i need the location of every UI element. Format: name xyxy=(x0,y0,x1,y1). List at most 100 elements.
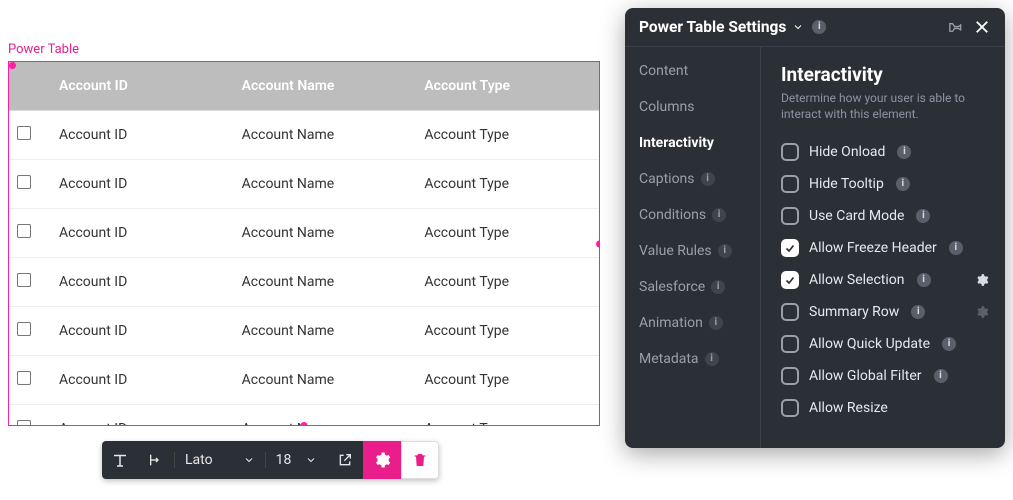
table-row[interactable]: Account IDAccount NameAccount Type xyxy=(9,111,599,160)
table-row[interactable]: Account IDAccount NameAccount Type xyxy=(9,307,599,356)
cell-account-type: Account Type xyxy=(416,405,599,427)
nav-item-content[interactable]: Content xyxy=(639,63,760,79)
cell-account-id: Account ID xyxy=(51,307,234,356)
info-icon[interactable]: i xyxy=(949,241,963,255)
cell-account-name: Account Name xyxy=(234,405,417,427)
settings-button[interactable] xyxy=(363,441,401,479)
cell-account-type: Account Type xyxy=(416,307,599,356)
nav-item-interactivity[interactable]: Interactivity xyxy=(639,135,760,151)
option-label: Allow Global Filter xyxy=(809,368,922,384)
chevron-down-icon xyxy=(305,454,317,466)
info-icon[interactable]: i xyxy=(897,145,911,159)
pin-icon[interactable] xyxy=(947,19,963,35)
info-icon[interactable]: i xyxy=(934,369,948,383)
component-label: Power Table xyxy=(8,42,79,57)
option-checkbox[interactable] xyxy=(781,335,799,353)
font-size-value: 18 xyxy=(276,452,292,468)
nav-item-columns[interactable]: Columns xyxy=(639,99,760,115)
nav-item-animation[interactable]: Animationi xyxy=(639,315,760,331)
font-family-select[interactable]: Lato xyxy=(174,452,265,468)
row-checkbox[interactable] xyxy=(17,126,31,140)
option-checkbox[interactable] xyxy=(781,143,799,161)
nav-item-label: Value Rules xyxy=(639,243,712,259)
option-checkbox[interactable] xyxy=(781,207,799,225)
text-tool-button[interactable] xyxy=(102,451,138,469)
row-checkbox[interactable] xyxy=(17,371,31,385)
info-icon: i xyxy=(712,208,726,222)
chevron-down-icon[interactable] xyxy=(792,21,804,33)
nav-item-value-rules[interactable]: Value Rules i xyxy=(639,243,760,259)
cell-account-name: Account Name xyxy=(234,209,417,258)
option-label: Allow Freeze Header xyxy=(809,240,937,256)
row-checkbox[interactable] xyxy=(17,224,31,238)
col-header[interactable]: Account Type xyxy=(416,62,599,111)
chevron-down-icon xyxy=(243,454,255,466)
info-icon[interactable]: i xyxy=(812,20,826,34)
resize-handle-right[interactable] xyxy=(596,240,600,247)
info-icon: i xyxy=(709,316,723,330)
option-checkbox[interactable] xyxy=(781,175,799,193)
nav-item-label: Salesforce xyxy=(639,279,705,295)
option-summary-row: Summary Row i xyxy=(781,296,989,328)
panel-title: Power Table Settings xyxy=(639,18,786,36)
open-external-button[interactable] xyxy=(327,452,363,468)
table-row[interactable]: Account IDAccount NameAccount Type xyxy=(9,258,599,307)
nav-item-metadata[interactable]: Metadatai xyxy=(639,351,760,367)
option-allow-freeze-header: Allow Freeze Header i xyxy=(781,232,989,264)
option-checkbox[interactable] xyxy=(781,367,799,385)
table-row[interactable]: Account IDAccount NameAccount Type xyxy=(9,356,599,405)
nav-item-captions[interactable]: Captionsi xyxy=(639,171,760,187)
nav-item-label: Interactivity xyxy=(639,135,714,151)
cell-account-name: Account Name xyxy=(234,307,417,356)
option-label: Allow Quick Update xyxy=(809,336,930,352)
info-icon[interactable]: i xyxy=(896,177,910,191)
col-header[interactable]: Account ID xyxy=(51,62,234,111)
nav-item-conditions[interactable]: Conditionsi xyxy=(639,207,760,223)
option-checkbox[interactable] xyxy=(781,303,799,321)
gear-icon[interactable] xyxy=(975,305,989,319)
table-row[interactable]: Account IDAccount NameAccount Type xyxy=(9,160,599,209)
cell-account-id: Account ID xyxy=(51,111,234,160)
gear-icon[interactable] xyxy=(975,273,989,287)
row-checkbox[interactable] xyxy=(17,322,31,336)
info-icon[interactable]: i xyxy=(942,337,956,351)
option-checkbox[interactable] xyxy=(781,271,799,289)
row-checkbox[interactable] xyxy=(17,175,31,189)
delete-button[interactable] xyxy=(401,441,439,479)
option-label: Summary Row xyxy=(809,304,899,320)
close-icon[interactable] xyxy=(973,18,991,36)
table-row[interactable]: Account IDAccount NameAccount Type xyxy=(9,209,599,258)
row-checkbox[interactable] xyxy=(17,273,31,287)
nav-item-salesforce[interactable]: Salesforcei xyxy=(639,279,760,295)
cell-account-type: Account Type xyxy=(416,356,599,405)
power-table-frame[interactable]: Account ID Account Name Account Type Acc… xyxy=(8,61,600,426)
align-left-button[interactable] xyxy=(138,452,174,468)
col-header[interactable]: Account Name xyxy=(234,62,417,111)
option-checkbox[interactable] xyxy=(781,239,799,257)
nav-item-label: Content xyxy=(639,63,688,79)
cell-account-id: Account ID xyxy=(51,258,234,307)
row-checkbox[interactable] xyxy=(17,420,31,426)
option-allow-quick-update: Allow Quick Update i xyxy=(781,328,989,360)
option-allow-selection: Allow Selectioni xyxy=(781,264,989,296)
format-toolbar: Lato 18 xyxy=(102,441,439,479)
cell-account-type: Account Type xyxy=(416,160,599,209)
option-allow-global-filter: Allow Global Filter i xyxy=(781,360,989,392)
power-table: Account ID Account Name Account Type Acc… xyxy=(9,62,599,426)
section-title: Interactivity xyxy=(781,63,989,86)
option-checkbox[interactable] xyxy=(781,399,799,417)
panel-nav: Content Columns Interactivity Captionsi Cond… xyxy=(625,47,761,448)
cell-account-type: Account Type xyxy=(416,258,599,307)
options-list: Hide OnloadiHide TooltipiUse Card ModeiA… xyxy=(781,136,989,424)
font-size-select[interactable]: 18 xyxy=(265,452,328,468)
option-use-card-mode: Use Card Modei xyxy=(781,200,989,232)
panel-main: Interactivity Determine how your user is… xyxy=(761,47,1005,448)
section-desc: Determine how your user is able to inter… xyxy=(781,90,989,122)
option-label: Hide Tooltip xyxy=(809,176,884,192)
info-icon: i xyxy=(718,244,732,258)
info-icon[interactable]: i xyxy=(911,305,925,319)
cell-account-id: Account ID xyxy=(51,405,234,427)
info-icon[interactable]: i xyxy=(916,209,930,223)
info-icon[interactable]: i xyxy=(917,273,931,287)
cell-account-name: Account Name xyxy=(234,258,417,307)
